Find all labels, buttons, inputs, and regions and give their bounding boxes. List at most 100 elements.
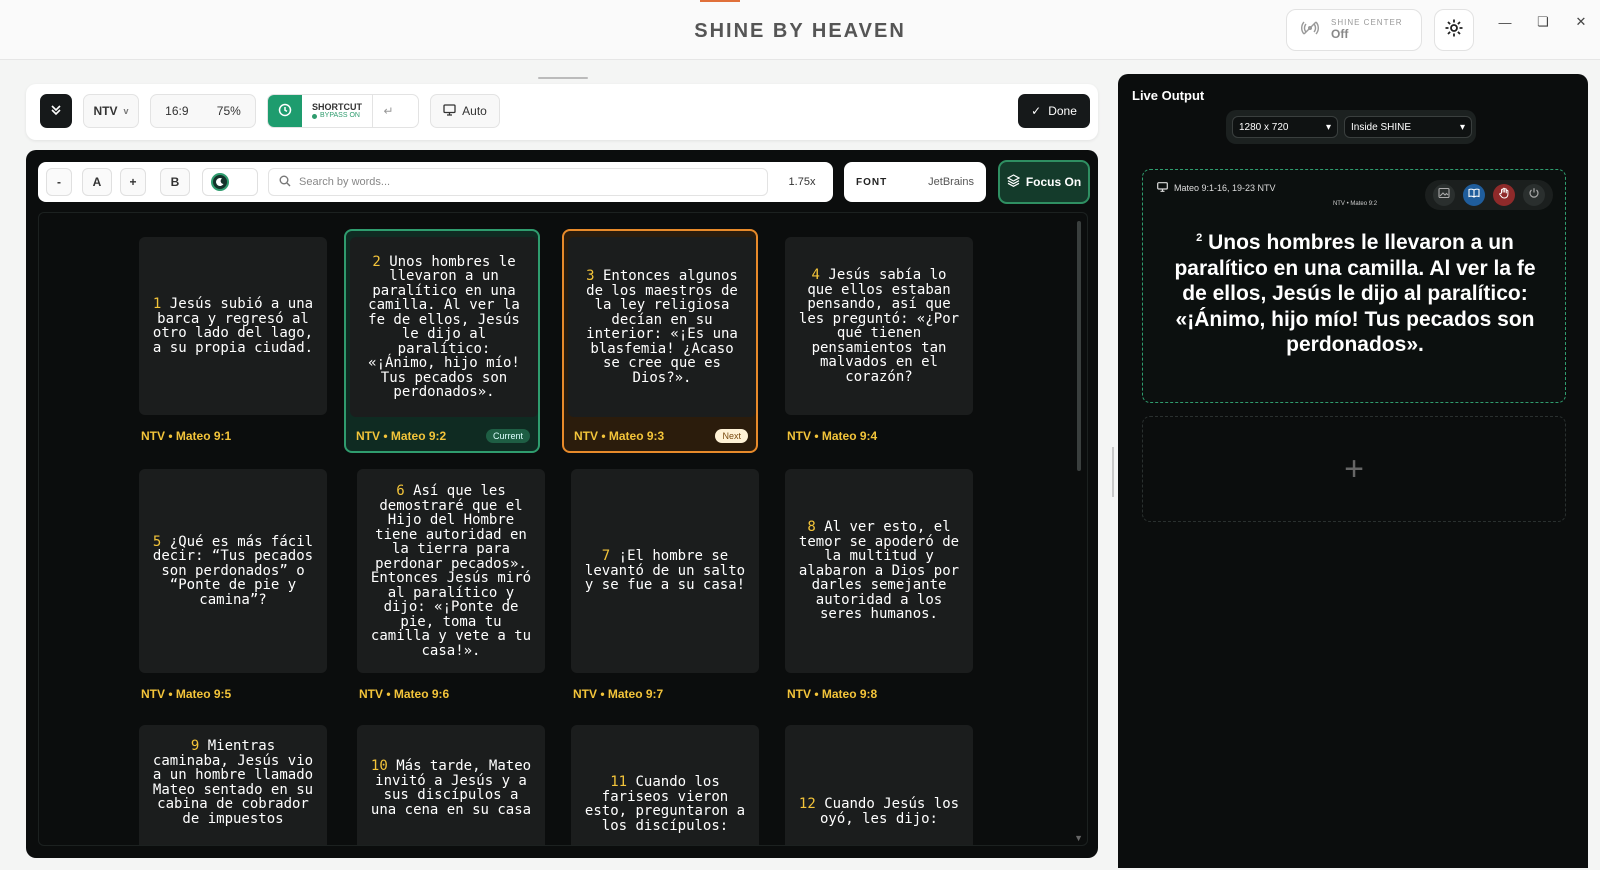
shortcut-label: SHORTCUT xyxy=(312,101,362,112)
verse-card-5[interactable]: 5 ¿Qué es más fácil decir: “Tus pecados … xyxy=(135,465,331,705)
preview-controls xyxy=(1425,180,1553,210)
shortcut-status: BYPASS ON xyxy=(320,112,360,120)
scroll-down-icon[interactable]: ▼ xyxy=(1074,833,1083,843)
verse-card-7[interactable]: 7 ¡El hombre se levantó de un salto y se… xyxy=(567,465,763,705)
layers-icon xyxy=(1006,174,1021,190)
auto-button[interactable]: Auto xyxy=(430,94,500,128)
verse-text: Mientras caminaba, Jesús vio a un hombre… xyxy=(152,738,314,827)
verse-card-12[interactable]: 12 Cuando Jesús los oyó, les dijo: xyxy=(781,721,977,845)
aspect-ratio-button[interactable]: 16:9 xyxy=(165,104,188,118)
preview-reference: Mateo 9:1-16, 19-23 NTV xyxy=(1174,183,1276,193)
status-dot-icon xyxy=(312,113,317,119)
verse-card-10[interactable]: 10 Más tarde, Mateo invitó a Jesús y a s… xyxy=(353,721,549,845)
version-label: NTV xyxy=(93,104,118,118)
resolution-select[interactable]: 1280 x 720 ▾ xyxy=(1232,116,1338,138)
close-icon: ✕ xyxy=(1575,14,1587,29)
live-output-panel: Live Output 1280 x 720 ▾ Inside SHINE ▾ … xyxy=(1118,74,1588,868)
preview-verse-body: Unos hombres le llevaron a un paralítico… xyxy=(1174,231,1536,356)
collapse-button[interactable] xyxy=(40,94,72,128)
verse-card-1[interactable]: 1 Jesús subió a una barca y regresó al o… xyxy=(135,233,331,449)
search-placeholder: Search by words... xyxy=(299,176,391,188)
font-size-button[interactable]: A xyxy=(82,168,112,196)
title-bar: SHINE BY HEAVEN SHINE CENTER Off — ❏ ✕ xyxy=(0,0,1600,60)
focus-label: Focus On xyxy=(1025,175,1082,189)
image-button[interactable] xyxy=(1433,184,1455,206)
verse-text: Jesús sabía lo que ellos estaban pensand… xyxy=(798,267,960,385)
focus-button[interactable]: Focus On xyxy=(998,160,1090,204)
panel-drag-handle[interactable] xyxy=(538,77,588,79)
verse-text: Cuando los fariseos vieron esto, pregunt… xyxy=(584,774,746,834)
verse-card-6[interactable]: 6 Así que les demostraré que el Hijo del… xyxy=(353,465,549,705)
close-button[interactable]: ✕ xyxy=(1569,12,1593,32)
font-label: FONT xyxy=(856,176,888,188)
check-icon: ✓ xyxy=(1031,104,1042,118)
output-settings: 1280 x 720 ▾ Inside SHINE ▾ xyxy=(1226,110,1476,144)
verse-text: Cuando Jesús los oyó, les dijo: xyxy=(819,796,960,827)
zoom-level-button[interactable]: 75% xyxy=(217,104,241,118)
live-preview-slot[interactable]: Mateo 9:1-16, 19-23 NTV NTV • Mateo 9:2 xyxy=(1142,169,1566,403)
shortcut-group: SHORTCUT BYPASS ON ↵ xyxy=(267,94,419,128)
shine-center-status: Off xyxy=(1331,26,1349,41)
output-target-value: Inside SHINE xyxy=(1351,121,1412,133)
verse-reference: NTV • Mateo 9:5 xyxy=(141,687,232,701)
hand-icon xyxy=(1498,186,1510,204)
verse-text: ¿Qué es más fácil decir: “Tus pecados so… xyxy=(152,533,314,608)
panel-splitter[interactable] xyxy=(1112,447,1114,497)
live-output-title: Live Output xyxy=(1132,88,1205,103)
preview-verse-text: 2 Unos hombres le llevaron a un paralíti… xyxy=(1163,226,1547,358)
book-open-icon xyxy=(1468,186,1480,204)
font-increase-button[interactable]: + xyxy=(120,168,146,196)
verse-text: Jesús subió a una barca y regresó al otr… xyxy=(152,296,314,356)
power-button[interactable] xyxy=(1523,184,1545,206)
font-decrease-button[interactable]: - xyxy=(46,168,72,196)
resolution-value: 1280 x 720 xyxy=(1239,121,1289,133)
broadcast-icon xyxy=(1301,19,1319,42)
verse-card-8[interactable]: 8 Al ver esto, el temor se apoderó de la… xyxy=(781,465,977,705)
font-selector[interactable]: FONT JetBrains xyxy=(844,162,986,202)
verse-text: Al ver esto, el temor se apoderó de la m… xyxy=(798,519,960,623)
chevron-down-icon: v xyxy=(123,106,129,116)
search-input[interactable]: Search by words... xyxy=(268,168,768,196)
verse-reference: NTV • Mateo 9:3 xyxy=(574,429,665,443)
verse-reference: NTV • Mateo 9:4 xyxy=(787,429,878,443)
output-target-select[interactable]: Inside SHINE ▾ xyxy=(1344,116,1472,138)
verse-card-3[interactable]: 3 Entonces algunos de los maestros de la… xyxy=(562,229,758,453)
verse-card-4[interactable]: 4 Jesús sabía lo que ellos estaban pensa… xyxy=(781,233,977,449)
verse-card-9[interactable]: 9 Mientras caminaba, Jesús vio a un homb… xyxy=(135,721,331,845)
editor-toolbar: NTV v 16:9 75% SHORTCUT BYPASS ON ↵ Auto… xyxy=(26,84,1098,140)
enter-button[interactable]: ↵ xyxy=(372,95,404,127)
bold-button[interactable]: B xyxy=(160,168,190,196)
chevrons-down-icon xyxy=(50,104,62,119)
verse-reference: NTV • Mateo 9:8 xyxy=(787,687,878,701)
done-button[interactable]: ✓ Done xyxy=(1018,94,1090,128)
image-icon xyxy=(1438,186,1450,204)
scale-button[interactable]: 1.75x xyxy=(780,168,824,196)
maximize-button[interactable]: ❏ xyxy=(1531,12,1555,32)
bible-button[interactable] xyxy=(1463,184,1485,206)
chevron-down-icon: ▾ xyxy=(1325,121,1331,133)
shortcut-toggle[interactable] xyxy=(268,95,302,127)
add-output-slot[interactable]: + xyxy=(1142,416,1566,522)
current-badge: Current xyxy=(485,429,530,443)
version-select[interactable]: NTV v xyxy=(83,94,139,128)
verse-reference: NTV • Mateo 9:2 xyxy=(356,429,447,443)
verse-number: 12 xyxy=(798,796,816,812)
verse-card-2[interactable]: 2 Unos hombres le llevaron a un paralíti… xyxy=(344,229,540,453)
settings-button[interactable] xyxy=(1434,9,1474,51)
aspect-zoom-group: 16:9 75% xyxy=(150,94,256,128)
clock-icon xyxy=(278,103,292,120)
stop-hand-button[interactable] xyxy=(1493,184,1515,206)
restore-icon: ❏ xyxy=(1537,14,1549,29)
verse-card-11[interactable]: 11 Cuando los fariseos vieron esto, preg… xyxy=(567,721,763,845)
chevron-down-icon: ▾ xyxy=(1459,121,1465,133)
shine-center-button[interactable]: SHINE CENTER Off xyxy=(1286,9,1422,51)
gear-icon xyxy=(1444,18,1464,43)
verse-text: Unos hombres le llevaron a un paralítico… xyxy=(368,253,520,400)
theme-toggle[interactable] xyxy=(202,168,258,196)
grid-scrollbar[interactable] xyxy=(1077,221,1081,471)
verse-number: 2 xyxy=(372,253,381,270)
title-accent-line xyxy=(700,0,740,2)
verse-editor: - A + B Search by words... 1.75x FONT Je… xyxy=(26,150,1098,858)
minimize-button[interactable]: — xyxy=(1493,12,1517,32)
moon-icon xyxy=(211,173,229,191)
